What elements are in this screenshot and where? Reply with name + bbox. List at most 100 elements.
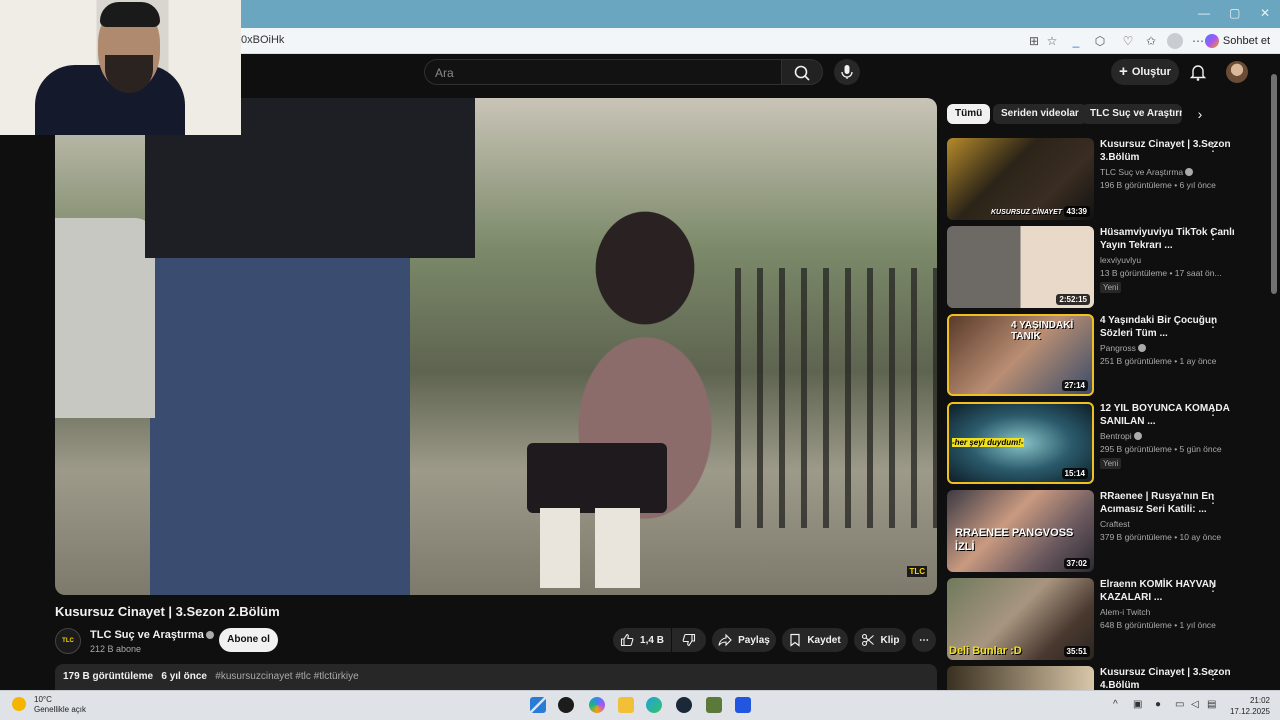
recommendation-item[interactable]: 2:52:15 Hüsamviyuviyu TikTok Canlı Yayın… xyxy=(947,226,1265,308)
channel-avatar[interactable]: TLC xyxy=(55,628,81,654)
dislike-button[interactable] xyxy=(672,628,706,652)
channel-name[interactable]: TLC Suç ve Araştırma xyxy=(90,629,214,641)
recommendation-meta: 379 B görüntüleme • 10 ay önce xyxy=(1100,532,1222,542)
recommendation-meta: 13 B görüntüleme • 17 saat ön... xyxy=(1100,268,1222,278)
recommendation-item[interactable]: Deli Bunlar :D 35:51 Elraenn KOMİK HAYVA… xyxy=(947,578,1265,660)
description-box[interactable]: 179 B görüntüleme 6 yıl önce #kusursuzci… xyxy=(55,664,937,690)
kebab-menu-icon[interactable]: ⋮ xyxy=(1207,316,1219,330)
duration-badge: 43:39 xyxy=(1063,206,1090,217)
recommendation-title[interactable]: Kusursuz Cinayet | 3.Sezon 3.Bölüm xyxy=(1100,138,1240,164)
close-icon[interactable]: ✕ xyxy=(1260,6,1270,20)
account-avatar[interactable] xyxy=(1226,61,1248,83)
video-thumbnail[interactable]: Deli Bunlar :D 35:51 xyxy=(947,578,1094,660)
kebab-menu-icon[interactable]: ⋮ xyxy=(1207,228,1219,242)
chip-all[interactable]: Tümü xyxy=(947,104,991,124)
edge-browser-icon[interactable] xyxy=(646,697,662,713)
temperature: 10°C xyxy=(34,695,52,704)
voice-search-button[interactable] xyxy=(834,59,860,85)
clip-button[interactable]: Klip xyxy=(854,628,906,652)
recommendation-channel[interactable]: Craftest xyxy=(1100,519,1130,529)
download-indicator-icon[interactable]: _ xyxy=(1068,33,1084,49)
steam-icon[interactable] xyxy=(676,697,692,713)
save-button[interactable]: Kaydet xyxy=(782,628,848,652)
channel-name-text: TLC Suç ve Araştırma xyxy=(90,629,204,641)
system-clock[interactable]: 21:02 17.12.2025 xyxy=(1230,695,1270,717)
video-thumbnail[interactable]: RRAENEE PANGVOSS İZLİ 37:02 xyxy=(947,490,1094,572)
page-scrollbar[interactable] xyxy=(1268,54,1280,690)
recommendation-title[interactable]: Hüsamviyuviyu TikTok Canlı Yayın Tekrarı… xyxy=(1100,226,1240,252)
recommendation-channel[interactable]: Bentropi xyxy=(1100,431,1142,441)
recommendation-item[interactable]: RRAENEE PANGVOSS İZLİ 37:02 RRaenee | Ru… xyxy=(947,490,1265,572)
video-thumbnail[interactable]: KUSURSUZ CİNAYET 43:39 xyxy=(947,138,1094,220)
tray-chevron-up-icon[interactable]: ^ xyxy=(1113,699,1118,710)
recommendation-title[interactable]: 4 Yaşındaki Bir Çocuğun Sözleri Tüm ... xyxy=(1100,314,1240,340)
file-explorer-icon[interactable] xyxy=(618,697,634,713)
browser-essentials-icon[interactable]: ♡ xyxy=(1120,33,1136,49)
chip-series-videos[interactable]: Seriden videolar xyxy=(993,104,1087,124)
notifications-bell-icon[interactable] xyxy=(1188,62,1208,82)
url-text[interactable]: 0xBOiHk xyxy=(241,34,284,46)
recommendation-channel-text: Bentropi xyxy=(1100,431,1132,441)
extensions-icon[interactable]: ⬡ xyxy=(1092,33,1108,49)
app-view-icon[interactable]: ⊞ xyxy=(1026,33,1042,49)
recommendation-meta: 196 B görüntüleme • 6 yıl önce xyxy=(1100,180,1216,190)
recommendation-item[interactable]: 4 YAŞINDAKİ TANIK 27:14 4 Yaşındaki Bir … xyxy=(947,314,1265,396)
recommendation-item[interactable]: Kusursuz Cinayet | 3.Sezon 4.Bölüm ⋮ xyxy=(947,666,1265,690)
favorite-star-icon[interactable]: ☆ xyxy=(1044,33,1060,49)
kebab-menu-icon[interactable]: ⋮ xyxy=(1207,580,1219,594)
search-button[interactable] xyxy=(781,59,823,85)
tray-microphone-icon[interactable]: ● xyxy=(1155,699,1161,710)
create-button[interactable]: + Oluştur xyxy=(1111,59,1179,85)
video-thumbnail[interactable]: 2:52:15 xyxy=(947,226,1094,308)
recommendation-item[interactable]: -her şeyi duydum!- 15:14 12 YIL BOYUNCA … xyxy=(947,402,1265,484)
video-player[interactable]: TLC xyxy=(55,98,937,595)
recommendation-channel[interactable]: lexviyuvlyu xyxy=(1100,255,1141,265)
video-thumbnail[interactable] xyxy=(947,666,1094,690)
copilot-chat-button[interactable]: Sohbet et xyxy=(1204,32,1270,50)
kebab-menu-icon[interactable]: ⋮ xyxy=(1207,492,1219,506)
search-input[interactable]: Ara xyxy=(424,59,781,85)
tray-display-icon[interactable]: ▭ xyxy=(1175,699,1184,710)
recommendation-title[interactable]: 12 YIL BOYUNCA KOMADA SANILAN ... xyxy=(1100,402,1240,428)
copilot-taskbar-icon[interactable] xyxy=(589,697,605,713)
recommendation-title[interactable]: RRaenee | Rusya'nın En Acımasız Seri Kat… xyxy=(1100,490,1240,516)
kebab-menu-icon[interactable]: ⋮ xyxy=(1207,404,1219,418)
hashtags[interactable]: #kusursuzcinayet #tlc #tlctürkiye xyxy=(215,671,358,682)
recommendation-channel[interactable]: Alem-i Twitch xyxy=(1100,607,1150,617)
more-actions-button[interactable]: ⋯ xyxy=(912,628,936,652)
like-button[interactable]: 1,4 B xyxy=(613,628,671,652)
thumbnail-caption: KUSURSUZ CİNAYET xyxy=(991,209,1063,216)
share-button[interactable]: Paylaş xyxy=(712,628,776,652)
chevron-right-icon[interactable]: › xyxy=(1190,104,1210,124)
recommendation-channel[interactable]: Pangross xyxy=(1100,343,1146,353)
new-badge: Yeni xyxy=(1100,458,1122,469)
tray-network-icon[interactable]: ▤ xyxy=(1207,699,1216,710)
recommendation-title[interactable]: Elraenn KOMİK HAYVAN KAZALARI ... xyxy=(1100,578,1240,604)
scrollbar-thumb[interactable] xyxy=(1271,74,1277,294)
profile-icon[interactable] xyxy=(1167,33,1183,49)
kebab-menu-icon[interactable]: ⋮ xyxy=(1207,140,1219,154)
recommendation-channel[interactable]: TLC Suç ve Araştırma xyxy=(1100,167,1194,177)
weather-widget[interactable]: 10°C Genellikle açık xyxy=(12,695,86,715)
subscribe-button[interactable]: Abone ol xyxy=(219,628,278,652)
app-icon[interactable] xyxy=(735,697,751,713)
chip-channel[interactable]: TLC Suç ve Araştırma xyxy=(1082,104,1182,124)
recommendation-title[interactable]: Kusursuz Cinayet | 3.Sezon 4.Bölüm xyxy=(1100,666,1240,690)
more-options-icon[interactable]: ⋯ xyxy=(1190,33,1206,49)
obs-icon[interactable] xyxy=(558,697,574,713)
favorites-icon[interactable]: ✩ xyxy=(1143,33,1159,49)
video-thumbnail[interactable]: -her şeyi duydum!- 15:14 xyxy=(947,402,1094,484)
thumbnail-caption: 4 YAŞINDAKİ TANIK xyxy=(1011,320,1074,342)
tray-volume-icon[interactable]: ◁ xyxy=(1191,699,1199,710)
video-thumbnail[interactable]: 4 YAŞINDAKİ TANIK 27:14 xyxy=(947,314,1094,396)
start-windows-icon[interactable] xyxy=(530,697,546,713)
recommendation-item[interactable]: KUSURSUZ CİNAYET 43:39 Kusursuz Cinayet … xyxy=(947,138,1265,220)
tray-app-icon[interactable]: ▣ xyxy=(1133,699,1142,710)
new-badge: Yeni xyxy=(1100,282,1122,293)
maximize-icon[interactable]: ▢ xyxy=(1229,6,1240,20)
clock-date: 17.12.2025 xyxy=(1229,707,1270,716)
kebab-menu-icon[interactable]: ⋮ xyxy=(1207,668,1219,682)
minecraft-icon[interactable] xyxy=(706,697,722,713)
video-title: Kusursuz Cinayet | 3.Sezon 2.Bölüm xyxy=(55,604,280,619)
minimize-icon[interactable]: — xyxy=(1198,6,1210,20)
